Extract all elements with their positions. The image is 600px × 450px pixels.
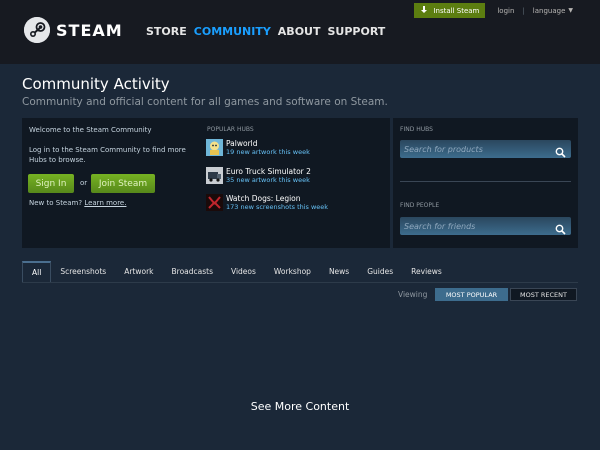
find-people-input[interactable]: [404, 221, 549, 231]
viewing-label: Viewing: [398, 290, 428, 299]
page-subtitle: Community and official content for all g…: [22, 96, 388, 108]
learn-more-link[interactable]: Learn more.: [84, 199, 126, 207]
search-icon[interactable]: [555, 220, 566, 239]
hub-stat: 173 new screenshots this week: [226, 203, 329, 211]
tab-guides[interactable]: Guides: [358, 261, 402, 282]
most-recent-button[interactable]: MOST RECENT: [510, 288, 577, 301]
steam-logo-icon: [24, 17, 50, 43]
join-steam-button[interactable]: Join Steam: [91, 174, 155, 193]
tab-news[interactable]: News: [320, 261, 358, 282]
steam-logo[interactable]: STEAM: [24, 17, 123, 43]
popular-hubs-label: POPULAR HUBS: [207, 126, 254, 133]
caret-down-icon: ▼: [568, 7, 573, 14]
nav-about[interactable]: ABOUT: [278, 25, 321, 38]
login-prompt: Log in to the Steam Community to find mo…: [29, 146, 186, 164]
content-tabs: All Screenshots Artwork Broadcasts Video…: [22, 261, 578, 283]
find-hubs-input[interactable]: [404, 144, 549, 154]
tab-screenshots[interactable]: Screenshots: [51, 261, 115, 282]
hub-palworld[interactable]: Palworld 19 new artwork this week: [206, 139, 310, 156]
nav-community[interactable]: COMMUNITY: [194, 25, 271, 38]
main-nav: STORE COMMUNITY ABOUT SUPPORT: [146, 25, 385, 38]
euro-truck-thumbnail-icon: [206, 167, 223, 184]
or-label: or: [80, 179, 88, 187]
nav-support[interactable]: SUPPORT: [327, 25, 385, 38]
find-people-label: FIND PEOPLE: [400, 202, 440, 209]
find-hubs-label: FIND HUBS: [400, 126, 433, 133]
login-link[interactable]: login: [497, 7, 514, 15]
logo-text: STEAM: [56, 20, 123, 40]
tab-artwork[interactable]: Artwork: [115, 261, 162, 282]
tab-broadcasts[interactable]: Broadcasts: [163, 261, 222, 282]
language-label: language: [532, 6, 566, 15]
install-steam-button[interactable]: Install Steam: [414, 3, 486, 18]
new-to-steam: New to Steam? Learn more.: [29, 199, 126, 207]
language-dropdown[interactable]: language ▼: [533, 7, 573, 15]
find-people-search: [400, 217, 571, 235]
search-icon[interactable]: [555, 143, 566, 162]
find-panel-divider: [400, 181, 571, 182]
download-icon: [420, 5, 428, 16]
hub-watch-dogs-legion[interactable]: Watch Dogs: Legion 173 new screenshots t…: [206, 194, 328, 211]
install-steam-label: Install Steam: [433, 6, 480, 15]
hub-name: Palworld: [226, 139, 258, 148]
hub-stat: 35 new artwork this week: [226, 176, 310, 184]
welcome-heading: Welcome to the Steam Community: [29, 126, 152, 134]
page-title: Community Activity: [22, 75, 170, 93]
tab-workshop[interactable]: Workshop: [265, 261, 320, 282]
watch-dogs-thumbnail-icon: [206, 194, 223, 211]
find-hubs-search: [400, 140, 571, 158]
hub-euro-truck-simulator-2[interactable]: Euro Truck Simulator 2 35 new artwork th…: [206, 167, 311, 184]
nav-store[interactable]: STORE: [146, 25, 187, 38]
palworld-thumbnail-icon: [206, 139, 223, 156]
new-to-steam-text: New to Steam?: [29, 199, 83, 207]
most-popular-button[interactable]: MOST POPULAR: [435, 288, 508, 301]
see-more-content-button[interactable]: See More Content: [0, 400, 600, 413]
hub-name: Watch Dogs: Legion: [226, 194, 301, 203]
separator: |: [522, 6, 525, 15]
sign-in-button[interactable]: Sign In: [28, 174, 74, 193]
global-header: STEAM STORE COMMUNITY ABOUT SUPPORT Inst…: [0, 0, 600, 64]
hub-name: Euro Truck Simulator 2: [226, 167, 311, 176]
tab-videos[interactable]: Videos: [222, 261, 265, 282]
global-actions: Install Steam login | language ▼: [414, 3, 573, 18]
tab-all[interactable]: All: [22, 261, 52, 282]
hub-stat: 19 new artwork this week: [226, 148, 310, 156]
tab-reviews[interactable]: Reviews: [402, 261, 451, 282]
